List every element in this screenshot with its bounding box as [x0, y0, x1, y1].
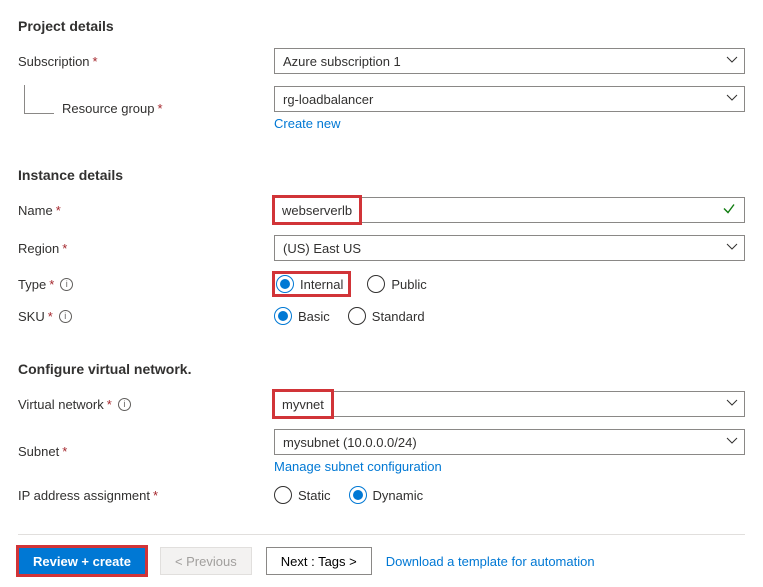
label-subnet: Subnet* — [18, 444, 274, 459]
manage-subnet-link[interactable]: Manage subnet configuration — [274, 459, 745, 474]
subnet-select[interactable]: mysubnet (10.0.0.0/24) — [274, 429, 745, 455]
next-tags-button[interactable]: Next : Tags > — [266, 547, 372, 575]
section-instance-details: Instance details — [18, 167, 745, 183]
label-name: Name* — [18, 203, 274, 218]
vnet-select[interactable]: myvnet — [274, 391, 745, 417]
create-new-link[interactable]: Create new — [274, 116, 745, 131]
previous-button: < Previous — [160, 547, 252, 575]
ip-dynamic-radio[interactable]: Dynamic — [349, 486, 424, 504]
ip-static-radio[interactable]: Static — [274, 486, 331, 504]
chevron-down-icon — [726, 435, 738, 450]
section-configure-vnet: Configure virtual network. — [18, 361, 745, 377]
chevron-down-icon — [726, 92, 738, 107]
sku-standard-radio[interactable]: Standard — [348, 307, 425, 325]
type-public-radio[interactable]: Public — [367, 275, 426, 293]
label-ip-assignment: IP address assignment* — [18, 488, 274, 503]
info-icon[interactable]: i — [118, 398, 131, 411]
label-vnet: Virtual network* i — [18, 397, 274, 412]
label-region: Region* — [18, 241, 274, 256]
label-resource-group: Resource group* — [18, 101, 274, 116]
label-sku: SKU* i — [18, 309, 274, 324]
type-internal-radio[interactable]: Internal — [276, 275, 343, 293]
sku-basic-radio[interactable]: Basic — [274, 307, 330, 325]
chevron-down-icon — [726, 241, 738, 256]
resource-group-select[interactable]: rg-loadbalancer — [274, 86, 745, 112]
chevron-down-icon — [726, 54, 738, 69]
label-type: Type* i — [18, 277, 274, 292]
info-icon[interactable]: i — [60, 278, 73, 291]
subscription-select[interactable]: Azure subscription 1 — [274, 48, 745, 74]
label-subscription: Subscription* — [18, 54, 274, 69]
name-input[interactable]: webserverlb — [274, 197, 745, 223]
info-icon[interactable]: i — [59, 310, 72, 323]
chevron-down-icon — [726, 397, 738, 412]
review-create-button[interactable]: Review + create — [18, 547, 146, 575]
check-icon — [722, 202, 736, 219]
section-project-details: Project details — [18, 18, 745, 34]
region-select[interactable]: (US) East US — [274, 235, 745, 261]
download-template-link[interactable]: Download a template for automation — [386, 554, 595, 569]
